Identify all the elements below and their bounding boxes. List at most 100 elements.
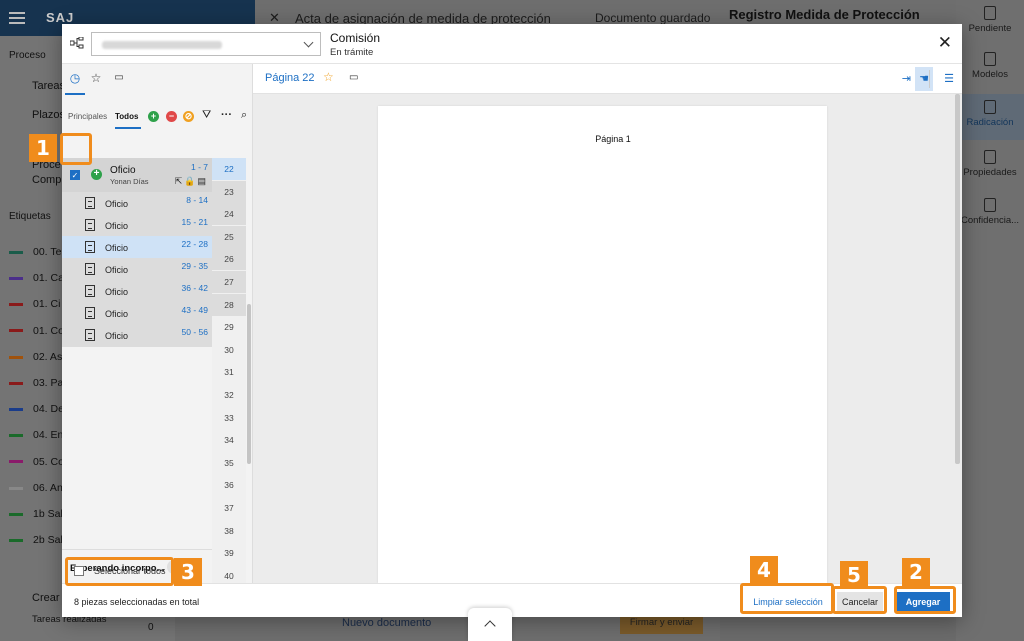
page-number[interactable]: 36 [212, 474, 246, 496]
tag-item[interactable]: 02. As [9, 351, 62, 363]
tag-item[interactable]: 2b Sal [9, 534, 63, 546]
page-number[interactable]: 32 [212, 384, 246, 406]
page-number[interactable]: 30 [212, 339, 246, 361]
hamburger-menu-icon[interactable] [9, 12, 25, 24]
scroll-up-button[interactable] [468, 608, 512, 641]
page-number[interactable]: 26 [212, 248, 246, 271]
tag-item[interactable]: 00. Te [9, 246, 61, 258]
filter-all[interactable]: Todos [115, 112, 142, 129]
tag-item[interactable]: 04. En [9, 429, 63, 441]
filter-bar: Principales Todos + − ⊘ ⛛ ··· ⌕ [62, 102, 253, 130]
page-number[interactable]: 27 [212, 271, 246, 293]
hand-tool-icon[interactable]: ☚ [915, 67, 933, 91]
process-select[interactable] [91, 32, 321, 56]
new-document-link[interactable]: Nuevo documento [342, 617, 431, 629]
page-number[interactable]: 33 [212, 407, 246, 429]
page-number[interactable]: 25 [212, 225, 246, 248]
add-icon[interactable]: + [91, 169, 102, 180]
page-number[interactable]: 23 [212, 180, 246, 203]
document-icon [85, 219, 95, 231]
page-number[interactable]: 31 [212, 361, 246, 383]
page-number[interactable]: 28 [212, 293, 246, 316]
panel-scrollbar[interactable] [247, 304, 251, 464]
tree-structure-icon[interactable] [70, 37, 84, 49]
tag-item[interactable]: 03. Pa [9, 377, 63, 389]
modal-header: Comisión En trámite ✕ [62, 24, 962, 64]
list-item[interactable]: Oficio 36 - 42 [62, 280, 212, 302]
comment-icon[interactable]: ▭ [349, 72, 358, 83]
right-panel-title: Registro Medida de Protección [729, 7, 920, 22]
tag-item[interactable]: 05. Co [9, 456, 64, 468]
tag-label: 04. De [33, 403, 64, 416]
page-number[interactable]: 39 [212, 542, 246, 564]
page-number[interactable]: 29 [212, 316, 246, 338]
add-filter-icon[interactable]: + [148, 111, 159, 122]
list-item[interactable]: Oficio 50 - 56 [62, 324, 212, 346]
document-icon [85, 285, 95, 297]
tag-item[interactable]: 04. De [9, 403, 64, 415]
callout-badge-5: 5 [840, 561, 868, 589]
star-icon[interactable]: ☆ [323, 70, 334, 84]
filter-principal[interactable]: Principales [68, 112, 107, 121]
tag-color-swatch [9, 303, 23, 307]
viewer-toolbar: Página 22 ☆ ▭ ⇥ ☚ ☰ [253, 64, 962, 94]
list-item-selected[interactable]: Oficio 22 - 28 [62, 236, 212, 258]
page-number[interactable]: 34 [212, 429, 246, 451]
comments-icon[interactable]: ▭ [111, 70, 127, 86]
nav-item-deadlines[interactable]: Plazos [32, 109, 65, 121]
tag-label: 03. Pa [33, 377, 64, 389]
tag-item[interactable]: 01. Co [9, 325, 64, 337]
viewer-scrollbar[interactable] [955, 94, 960, 464]
selection-summary: 8 piezas seleccionadas en total [74, 597, 200, 607]
select-text-icon[interactable]: ⇥ [902, 72, 911, 85]
nav-item-tasks[interactable]: Tareas [32, 80, 65, 92]
search-icon[interactable]: ⌕ [241, 109, 247, 122]
settings-sliders-icon[interactable]: ☰ [944, 72, 954, 85]
tool-models[interactable]: Modelos [956, 52, 1024, 80]
tag-item[interactable]: 1b Sal [9, 508, 63, 520]
more-icon[interactable]: ··· [221, 109, 232, 121]
callout-highlight-4 [740, 583, 834, 614]
tag-label: 04. En [33, 429, 64, 442]
pending-icon [984, 6, 996, 20]
nav-item-comp[interactable]: Comp [32, 174, 61, 186]
tag-label: 01. Ci [33, 298, 61, 311]
tag-item[interactable]: 01. Ca [9, 272, 64, 284]
tag-color-swatch [9, 329, 23, 333]
favorites-icon[interactable]: ☆ [88, 70, 104, 86]
page-number[interactable]: 35 [212, 452, 246, 474]
section-process: Proceso [9, 50, 46, 61]
current-page-label: Página 22 [265, 72, 315, 84]
block-filter-icon[interactable]: ⊘ [183, 111, 194, 122]
callout-badge-2: 2 [902, 558, 930, 586]
tag-item[interactable]: 01. Ci [9, 298, 60, 310]
page-number[interactable]: 22 [212, 158, 246, 180]
callout-badge-1: 1 [29, 134, 57, 162]
tool-pending[interactable]: Pendiente [956, 6, 1024, 34]
list-item[interactable]: Oficio 15 - 21 [62, 214, 212, 236]
callout-highlight-5 [832, 586, 887, 614]
main-document-range: 1 - 7 [190, 162, 208, 172]
tag-label: 00. Te [33, 246, 62, 258]
page-number[interactable]: 24 [212, 203, 246, 226]
callout-highlight-1 [60, 133, 92, 165]
list-item[interactable]: Oficio 8 - 14 [62, 192, 212, 214]
tool-confidentiality[interactable]: Confidencia... [956, 198, 1024, 226]
create-button[interactable]: Crear [32, 592, 60, 604]
page-number[interactable]: 37 [212, 497, 246, 519]
document-viewer: Página 22 ☆ ▭ ⇥ ☚ ☰ Página 1 [253, 64, 962, 583]
main-document-checkbox[interactable]: ✓ [70, 170, 80, 180]
tag-item[interactable]: 06. An [9, 482, 63, 494]
close-icon[interactable]: ✕ [938, 34, 952, 51]
page-number[interactable]: 38 [212, 520, 246, 542]
remove-filter-icon[interactable]: − [166, 111, 177, 122]
toolbar-divider [929, 70, 930, 88]
tool-radication[interactable]: Radicación [956, 94, 1024, 140]
list-item[interactable]: Oficio 29 - 35 [62, 258, 212, 280]
callout-badge-4: 4 [750, 556, 778, 584]
funnel-icon[interactable]: ⛛ [202, 109, 211, 122]
list-item[interactable]: Oficio 43 - 49 [62, 302, 212, 324]
tool-properties[interactable]: Propiedades [956, 150, 1024, 178]
history-icon[interactable]: ◷ [65, 70, 85, 95]
tag-color-swatch [9, 276, 23, 280]
